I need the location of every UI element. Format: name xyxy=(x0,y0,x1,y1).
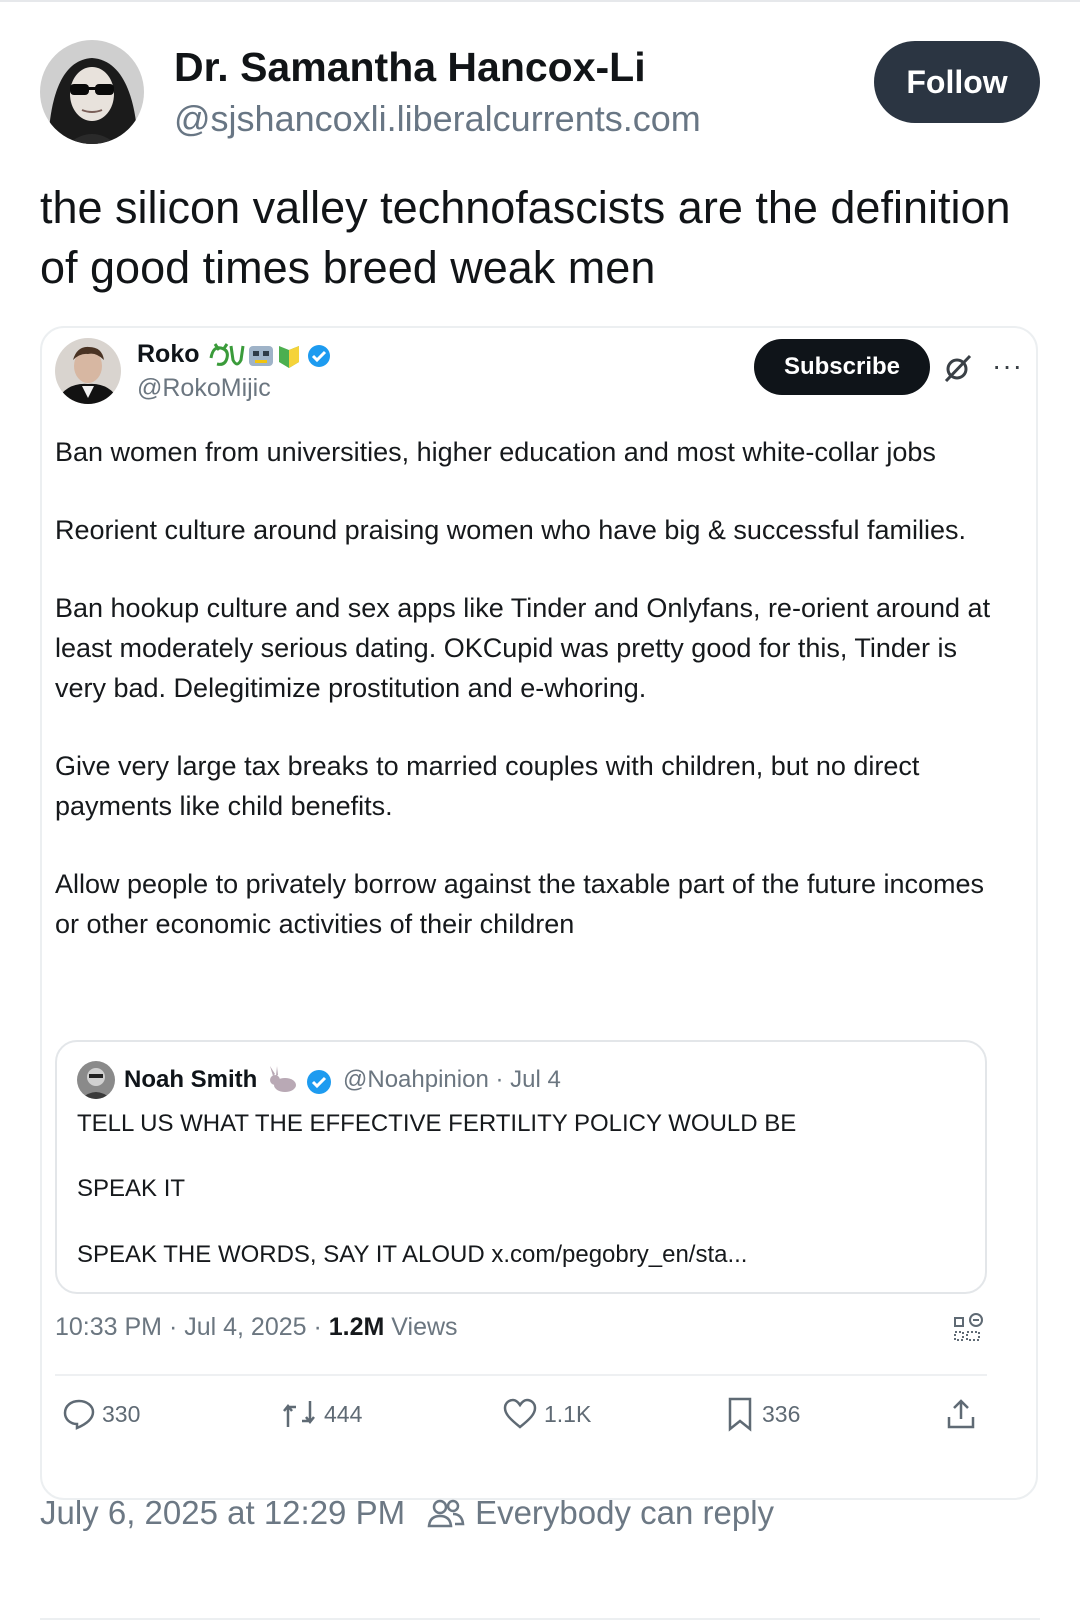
top-border xyxy=(0,0,1080,2)
post-text: the silicon valley technofascists are th… xyxy=(40,182,1011,293)
people-icon xyxy=(427,1499,465,1528)
author-handle[interactable]: @sjshancoxli.liberalcurrents.com xyxy=(174,98,701,140)
views-label: Views xyxy=(384,1313,458,1341)
quoted-author-avatar xyxy=(77,1061,115,1099)
embedded-paragraph: Ban women from universities, higher educ… xyxy=(55,437,936,467)
rabbit-icon xyxy=(270,1066,296,1092)
quoted-author-name: Noah Smith xyxy=(124,1066,258,1093)
reply-setting[interactable]: Everybody can reply xyxy=(475,1494,774,1532)
embedded-paragraph: Allow people to privately borrow against… xyxy=(55,869,985,939)
author-avatar[interactable] xyxy=(40,40,144,144)
embedded-author-avatar xyxy=(55,338,121,404)
views-count: 1.2M xyxy=(328,1313,385,1341)
embedded-post-meta: 10:33 PM · Jul 4, 2025 · 1.2M Views xyxy=(55,1313,458,1342)
like-action: 1.1K xyxy=(502,1394,591,1434)
follow-button[interactable]: Follow xyxy=(874,41,1040,123)
post-footer: July 6, 2025 at 12:29 PM Everybody can r… xyxy=(40,1494,774,1532)
quoted-text-line: SPEAK THE WORDS, SAY IT ALOUD x.com/pego… xyxy=(77,1241,748,1268)
more-icon: ··· xyxy=(992,350,1023,381)
post-timestamp[interactable]: July 6, 2025 at 12:29 PM xyxy=(40,1494,405,1532)
quoted-author-handle: @Noahpinion · Jul 4 xyxy=(343,1066,561,1093)
embedded-image[interactable]: Roko @RokoMijic Subscribe ··· Ban women … xyxy=(40,326,1038,1500)
reply-count: 330 xyxy=(102,1400,141,1427)
embedded-post-text: Ban women from universities, higher educ… xyxy=(55,432,995,982)
embedded-author-handle: @RokoMijic xyxy=(137,374,271,402)
grok-icon xyxy=(944,354,972,383)
quoted-text-line: SPEAK IT xyxy=(77,1175,186,1202)
bottom-border xyxy=(40,1618,1040,1620)
divider xyxy=(55,1374,987,1376)
repost-count: 444 xyxy=(324,1400,363,1427)
embedded-paragraph: Reorient culture around praising women w… xyxy=(55,515,966,545)
embedded-author-name: Roko xyxy=(137,340,200,368)
embedded-paragraph: Give very large tax breaks to married co… xyxy=(55,751,920,821)
verified-icon xyxy=(307,1070,331,1094)
repost-icon xyxy=(283,1401,315,1427)
profile-emoji-icons xyxy=(209,343,330,368)
embedded-timestamp: 10:33 PM · Jul 4, 2025 · xyxy=(55,1313,329,1341)
bookmark-icon xyxy=(728,1397,752,1432)
share-action xyxy=(944,1394,984,1434)
quoted-text-line: TELL US WHAT THE EFFECTIVE FERTILITY POL… xyxy=(77,1110,797,1137)
reply-action: 330 xyxy=(62,1394,140,1434)
qr-code-icon xyxy=(954,1313,983,1341)
bookmark-count: 336 xyxy=(762,1400,801,1427)
subscribe-button: Subscribe xyxy=(754,339,930,395)
quoted-post: Noah Smith @Noahpinion · Jul 4 TELL US W… xyxy=(55,1040,987,1294)
author-name[interactable]: Dr. Samantha Hancox-Li xyxy=(174,44,646,91)
heart-icon xyxy=(503,1398,537,1429)
bookmark-action: 336 xyxy=(724,1394,800,1434)
repost-action: 444 xyxy=(280,1394,362,1434)
embedded-paragraph: Ban hookup culture and sex apps like Tin… xyxy=(55,593,991,703)
reply-icon xyxy=(63,1399,95,1430)
like-count: 1.1K xyxy=(544,1400,592,1427)
share-icon xyxy=(947,1399,975,1429)
